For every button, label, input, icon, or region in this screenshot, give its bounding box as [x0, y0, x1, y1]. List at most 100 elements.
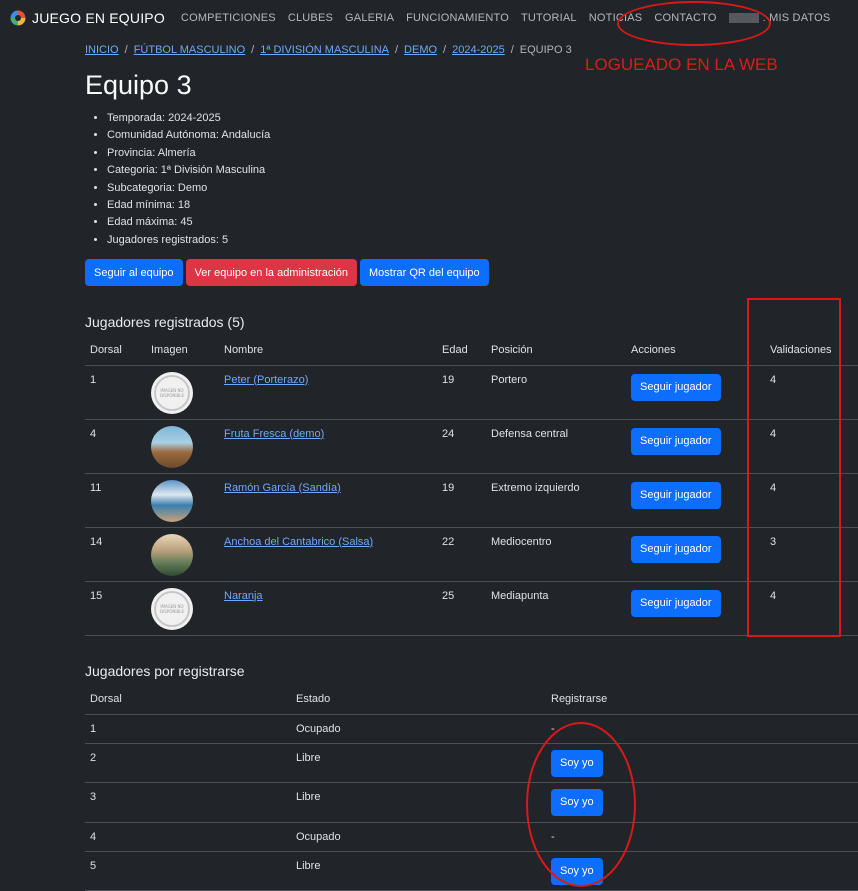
player-age: 25	[437, 581, 486, 636]
table-row: 4 Fruta Fresca (demo) 24 Defensa central…	[85, 419, 858, 474]
table-row: 1 Ocupado -	[85, 714, 858, 744]
player-name-cell: Naranja	[219, 581, 437, 636]
player-photo	[151, 425, 193, 468]
info-jugadores: Jugadores registrados: 5	[107, 232, 270, 249]
player-position: Portero	[486, 365, 626, 420]
nav-competiciones[interactable]: COMPETICIONES	[181, 12, 276, 24]
page-title: Equipo 3	[85, 70, 192, 100]
player-name-cell: Peter (Porterazo)	[219, 365, 437, 420]
annotation-validations-box	[747, 298, 841, 637]
table-header-row: Dorsal Estado Registrarse	[85, 684, 858, 715]
info-edad-minima: Edad mínima: 18	[107, 197, 270, 214]
table-row: 3 Libre Soy yo	[85, 782, 858, 823]
info-edad-maxima: Edad máxima: 45	[107, 214, 270, 231]
no-image-placeholder: IMAGEN NO DISPONIBLE	[154, 374, 190, 411]
follow-player-button[interactable]: Seguir jugador	[631, 535, 721, 563]
registered-section-title: Jugadores registrados (5)	[85, 314, 245, 330]
player-name-link[interactable]: Ramón García (Sandía)	[224, 482, 341, 494]
table-row: 1 IMAGEN NO DISPONIBLE Peter (Porterazo)…	[85, 365, 858, 420]
table-header-row: Dorsal Imagen Nombre Edad Posición Accio…	[85, 335, 858, 366]
player-image-cell: IMAGEN NO DISPONIBLE	[146, 365, 219, 420]
nav-galeria[interactable]: GALERIA	[345, 12, 394, 24]
breadcrumb-separator: /	[251, 44, 255, 56]
player-photo	[151, 479, 193, 522]
player-name-link[interactable]: Fruta Fresca (demo)	[224, 428, 324, 440]
breadcrumb: Inicio / Fútbol masculino / 1ª División Ma…	[85, 44, 572, 56]
player-dorsal: 4	[85, 419, 146, 474]
player-image-cell	[146, 527, 219, 582]
breadcrumb-separator: /	[443, 44, 447, 56]
follow-player-button[interactable]: Seguir jugador	[631, 427, 721, 455]
player-name-link[interactable]: Anchoa del Cantabrico (Salsa)	[224, 536, 373, 548]
player-dorsal: 1	[85, 365, 146, 420]
breadcrumb-separator: /	[394, 44, 399, 56]
info-comunidad: Comunidad Autónoma: Andalucía	[107, 127, 270, 144]
to-register-section-title: Jugadores por registrarse	[85, 663, 245, 679]
table-row: 14 Anchoa del Cantabrico (Salsa) 22 Medi…	[85, 527, 858, 582]
table-row: 4 Ocupado -	[85, 822, 858, 852]
slot-dorsal: 2	[85, 743, 291, 783]
breadcrumb-separator: /	[124, 44, 128, 56]
breadcrumb-demo[interactable]: Demo	[404, 44, 437, 56]
slot-dorsal: 3	[85, 782, 291, 823]
slot-dorsal: 5	[85, 851, 291, 891]
brand-name: JUEGO EN EQUIPO	[32, 10, 165, 26]
col-acciones: Acciones	[626, 335, 765, 366]
player-dorsal: 11	[85, 473, 146, 528]
show-qr-button[interactable]: Mostrar QR del equipo	[360, 259, 489, 286]
col-imagen: Imagen	[146, 335, 219, 366]
brand[interactable]: JUEGO EN EQUIPO	[10, 10, 165, 26]
no-image-placeholder: IMAGEN NO DISPONIBLE	[154, 590, 190, 627]
breadcrumb-inicio[interactable]: Inicio	[85, 44, 119, 56]
slot-status: Ocupado	[291, 822, 546, 852]
player-position: Extremo izquierdo	[486, 473, 626, 528]
player-image-cell: IMAGEN NO DISPONIBLE	[146, 581, 219, 636]
table-row: 15 IMAGEN NO DISPONIBLE Naranja 25 Media…	[85, 581, 858, 636]
annotation-logged-in-text: LOGUEADO EN LA WEB	[585, 55, 778, 74]
player-name-cell: Anchoa del Cantabrico (Salsa)	[219, 527, 437, 582]
col-edad: Edad	[437, 335, 486, 366]
col-registrarse: Registrarse	[546, 684, 858, 715]
player-age: 24	[437, 419, 486, 474]
player-actions-cell: Seguir jugador	[626, 419, 765, 474]
col-estado: Estado	[291, 684, 546, 715]
slot-dorsal: 1	[85, 714, 291, 744]
breadcrumb-futbol-masculino[interactable]: Fútbol masculino	[134, 44, 245, 56]
player-name-link[interactable]: Naranja	[224, 590, 263, 602]
col-posicion: Posición	[486, 335, 626, 366]
nav-funcionamiento[interactable]: FUNCIONAMIENTO	[406, 12, 509, 24]
slot-status: Ocupado	[291, 714, 546, 744]
view-admin-button[interactable]: Ver equipo en la administración	[185, 259, 357, 286]
annotation-ellipse-register	[526, 722, 636, 887]
follow-player-button[interactable]: Seguir jugador	[631, 481, 721, 509]
team-actions: Seguir al equipo Ver equipo en la admini…	[85, 259, 489, 286]
brand-logo-icon	[10, 10, 26, 26]
table-row: 2 Libre Soy yo	[85, 743, 858, 783]
slot-dorsal: 4	[85, 822, 291, 852]
player-image-cell	[146, 419, 219, 474]
breadcrumb-separator: /	[510, 44, 514, 56]
player-dorsal: 15	[85, 581, 146, 636]
player-dorsal: 14	[85, 527, 146, 582]
nav-tutorial[interactable]: TUTORIAL	[521, 12, 577, 24]
player-actions-cell: Seguir jugador	[626, 365, 765, 420]
col-dorsal: Dorsal	[85, 684, 291, 715]
follow-player-button[interactable]: Seguir jugador	[631, 589, 721, 617]
player-name-link[interactable]: Peter (Porterazo)	[224, 374, 308, 386]
breadcrumb-division[interactable]: 1ª División Masculina	[260, 44, 389, 56]
nav-clubes[interactable]: CLUBES	[288, 12, 333, 24]
player-photo	[151, 533, 193, 576]
slot-status: Libre	[291, 782, 546, 823]
col-dorsal: Dorsal	[85, 335, 146, 366]
breadcrumb-season[interactable]: 2024-2025	[452, 44, 505, 56]
follow-player-button[interactable]: Seguir jugador	[631, 373, 721, 401]
follow-team-button[interactable]: Seguir al equipo	[85, 259, 183, 286]
player-actions-cell: Seguir jugador	[626, 473, 765, 528]
player-age: 22	[437, 527, 486, 582]
info-temporada: Temporada: 2024-2025	[107, 110, 270, 127]
player-actions-cell: Seguir jugador	[626, 581, 765, 636]
table-row: 11 Ramón García (Sandía) 19 Extremo izqu…	[85, 473, 858, 528]
breadcrumb-current: Equipo 3	[519, 44, 572, 56]
info-categoria: Categoria: 1ª División Masculina	[107, 162, 270, 179]
player-name-cell: Ramón García (Sandía)	[219, 473, 437, 528]
